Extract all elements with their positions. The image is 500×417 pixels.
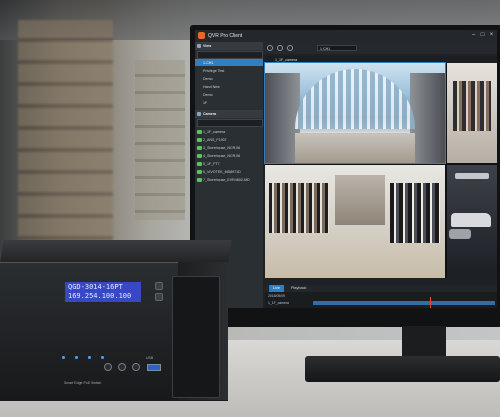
sidebar-item-camera-2[interactable]: 3_Storehouse_NCR.06 bbox=[195, 144, 263, 151]
camera-section-icon bbox=[197, 112, 201, 116]
timeline-track[interactable] bbox=[313, 301, 495, 305]
parked-car-2 bbox=[449, 229, 471, 239]
settings-icon[interactable] bbox=[287, 45, 293, 51]
device-top-panel bbox=[0, 240, 232, 264]
hdd-led bbox=[101, 356, 104, 359]
store-shelf bbox=[18, 20, 113, 245]
record-icon[interactable] bbox=[267, 45, 273, 51]
drive-bay-door[interactable] bbox=[172, 276, 220, 398]
timeline-cursor[interactable] bbox=[430, 297, 431, 308]
camera-tile-2[interactable] bbox=[447, 63, 497, 163]
app-title: QVR Pro Client bbox=[208, 33, 243, 39]
lcd-ip-address: 169.254.100.100 bbox=[68, 292, 132, 300]
camera-icon bbox=[197, 169, 202, 174]
sidebar-item-view-2[interactable]: Demo bbox=[195, 75, 263, 82]
camera-icon bbox=[197, 161, 202, 166]
view-select[interactable]: 1 CH1 bbox=[317, 45, 357, 51]
camera-icon bbox=[197, 153, 202, 158]
monitor-screen: QVR Pro Client – □ × View 1-CH1 Privileg… bbox=[195, 30, 497, 308]
mall-floor bbox=[295, 133, 415, 163]
monitor-stand-neck bbox=[402, 326, 446, 358]
tab-live[interactable]: Live bbox=[269, 285, 284, 292]
usb-led bbox=[88, 356, 91, 359]
timeline-camera: 1_1F_camera bbox=[268, 301, 289, 305]
close-icon[interactable]: × bbox=[488, 32, 495, 39]
reset-button[interactable] bbox=[118, 363, 126, 371]
view-icon bbox=[197, 44, 201, 48]
sidebar-item-view-3[interactable]: Hand New bbox=[195, 83, 263, 90]
timeline-date: 2018/05/09 bbox=[268, 294, 285, 298]
minimize-icon[interactable]: – bbox=[470, 32, 477, 39]
view-section-label: View bbox=[203, 44, 212, 48]
garage-light bbox=[455, 173, 489, 179]
camera-section-label: Camera bbox=[203, 112, 217, 116]
viewport-camera-name: 1_1F_camera bbox=[275, 57, 298, 62]
camera-tile-1[interactable] bbox=[264, 62, 446, 164]
sidebar-item-view-5[interactable]: 1F bbox=[195, 99, 263, 106]
sidebar-item-camera-4[interactable]: 5_1F_FT7 bbox=[195, 160, 263, 167]
sidebar-item-camera-3[interactable]: 4_Storehouse_NCR.06 bbox=[195, 152, 263, 159]
store-shelf-far bbox=[135, 60, 185, 220]
sidebar-item-camera-5[interactable]: 6_VIVOTEK_MD8971D bbox=[195, 168, 263, 175]
clothing-rack-right bbox=[390, 183, 440, 243]
tab-playback[interactable]: Playback bbox=[287, 285, 310, 292]
device-caption: Smart Edge PoE Switch bbox=[64, 381, 102, 385]
camera-icon bbox=[197, 129, 202, 134]
camera-grid bbox=[264, 62, 497, 278]
sidebar-item-view-1[interactable]: Privilege Test bbox=[195, 67, 263, 74]
parked-car bbox=[451, 213, 491, 227]
monitor-stand-base bbox=[305, 356, 500, 382]
lcd-up-button[interactable] bbox=[155, 282, 163, 290]
clothing-rack bbox=[453, 81, 491, 131]
viewport-bar: 1_1F_camera bbox=[265, 56, 497, 63]
sidebar-item-camera-1[interactable]: 2_ANS_F1907 bbox=[195, 136, 263, 143]
glass-dome bbox=[295, 69, 415, 129]
snapshot-icon[interactable] bbox=[277, 45, 283, 51]
timeline[interactable]: 2018/05/09 1_1F_camera bbox=[265, 292, 497, 308]
view-section-header[interactable]: View bbox=[195, 42, 263, 50]
lcd-model: QGD-3014-16PT bbox=[68, 283, 123, 291]
sidebar-item-camera-6[interactable]: 7_Storehouse_EVR4802-MD bbox=[195, 176, 263, 183]
toolbar: 1 CH1 bbox=[263, 42, 497, 54]
camera-icon bbox=[197, 137, 202, 142]
app-titlebar: QVR Pro Client – □ × bbox=[195, 30, 497, 42]
power-button[interactable] bbox=[104, 363, 112, 371]
lan-led bbox=[75, 356, 78, 359]
copy-button[interactable] bbox=[132, 363, 140, 371]
mall-wall-right bbox=[410, 73, 445, 163]
view-search-input[interactable] bbox=[197, 51, 263, 59]
usb-label: USB bbox=[146, 356, 154, 360]
lcd-display: QGD-3014-16PT 169.254.100.100 bbox=[65, 282, 141, 302]
usb-port[interactable] bbox=[147, 364, 161, 371]
status-led bbox=[62, 356, 65, 359]
camera-search-input[interactable] bbox=[197, 119, 263, 127]
shop-entrance bbox=[335, 175, 385, 225]
mode-tabs: Live Playback bbox=[265, 285, 497, 292]
camera-section-header[interactable]: Camera bbox=[195, 110, 263, 118]
sidebar-item-view-4[interactable]: Demo bbox=[195, 91, 263, 98]
camera-tile-4[interactable] bbox=[447, 165, 497, 278]
sidebar-item-camera-0[interactable]: 1_1F_camera bbox=[195, 128, 263, 135]
camera-icon bbox=[197, 177, 202, 182]
maximize-icon[interactable]: □ bbox=[479, 32, 486, 39]
qvr-logo-icon bbox=[198, 32, 205, 39]
sidebar-item-view-0[interactable]: 1-CH1 bbox=[195, 59, 263, 66]
camera-icon bbox=[197, 145, 202, 150]
camera-tile-3[interactable] bbox=[265, 165, 445, 278]
clothing-rack-left bbox=[269, 183, 329, 233]
lcd-enter-button[interactable] bbox=[155, 293, 163, 301]
